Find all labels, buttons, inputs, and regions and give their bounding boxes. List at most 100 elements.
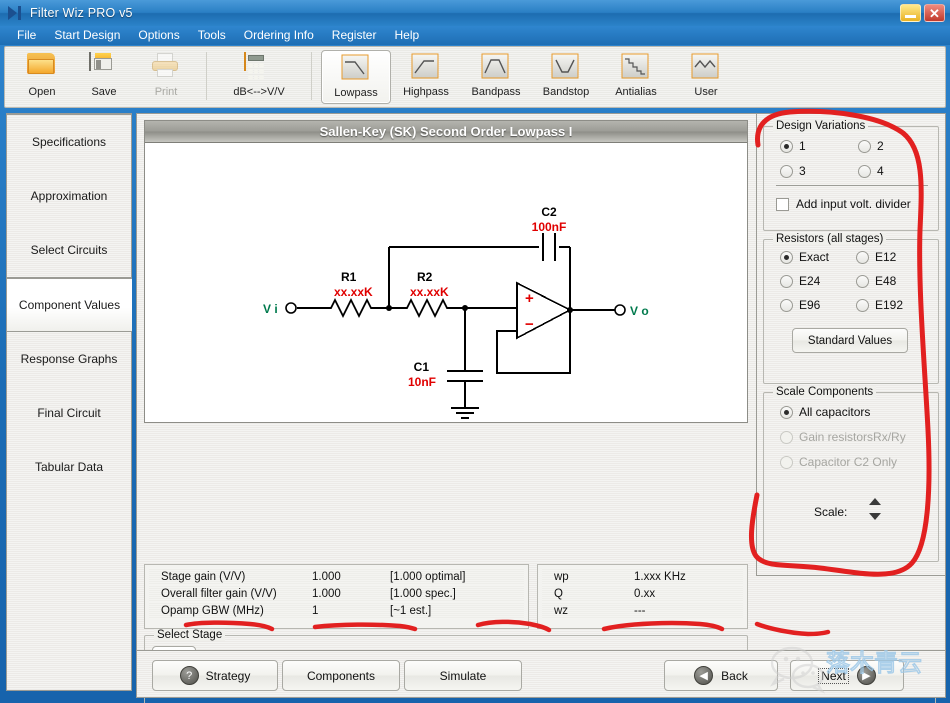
- sidebar-label-tabular-data: Tabular Data: [35, 460, 103, 474]
- sidebar-navigation: Specifications Approximation Select Circ…: [6, 113, 132, 691]
- components-button[interactable]: Components: [282, 660, 400, 691]
- scale-components-legend: Scale Components: [773, 386, 876, 398]
- toolbar-button-highpass[interactable]: Highpass: [391, 50, 461, 104]
- radio-dot-icon: [780, 140, 793, 153]
- resistors-legend: Resistors (all stages): [773, 233, 886, 245]
- design-variation-label-3: 3: [799, 164, 806, 178]
- select-stage-legend: Select Stage: [154, 629, 225, 641]
- svg-text:C2: C2: [541, 205, 557, 219]
- menu-item-ordering-info[interactable]: Ordering Info: [235, 26, 323, 45]
- circuit-diagram-panel: Sallen-Key (SK) Second Order Lowpass I: [144, 120, 748, 423]
- toolbar-label-lowpass: Lowpass: [334, 87, 377, 99]
- resistor-label-e48: E48: [875, 274, 896, 288]
- stats-row-wp: wp 1.xxx KHz: [542, 568, 743, 585]
- menu-item-file[interactable]: File: [8, 26, 45, 45]
- radio-dot-icon: [856, 299, 869, 312]
- add-input-volt-divider-checkbox[interactable]: Add input volt. divider: [776, 197, 911, 211]
- resistor-radio-e96[interactable]: E96: [780, 298, 856, 312]
- toolbar-button-bandstop[interactable]: Bandstop: [531, 50, 601, 104]
- strategy-button[interactable]: ? Strategy: [152, 660, 278, 691]
- menu-item-start-design[interactable]: Start Design: [45, 26, 129, 45]
- scale-components-group: Scale Components All capacitors Gain res…: [763, 392, 939, 562]
- resistor-radio-e12[interactable]: E12: [856, 250, 896, 264]
- minimize-button[interactable]: [900, 4, 921, 22]
- resistor-label-e24: E24: [799, 274, 820, 288]
- close-button[interactable]: [924, 4, 945, 22]
- toolbar-button-lowpass[interactable]: Lowpass: [321, 50, 391, 104]
- window-controls: [900, 4, 945, 22]
- stats-row-opamp-gbw: Opamp GBW (MHz) 1 [~1 est.]: [149, 602, 524, 619]
- menu-item-help[interactable]: Help: [385, 26, 428, 45]
- scale-label-capacitor-c2-only: Capacitor C2 Only: [799, 455, 897, 469]
- next-button[interactable]: Next ▶: [790, 660, 904, 691]
- sidebar-label-final-circuit: Final Circuit: [37, 406, 100, 420]
- toolbar-button-db-vv[interactable]: dB<-->V/V: [216, 50, 302, 104]
- scale-radio-gain-resistors[interactable]: Gain resistorsRx/Ry: [780, 430, 906, 444]
- toolbar-label-user: User: [694, 86, 717, 98]
- design-variation-radio-3[interactable]: 3: [780, 164, 858, 178]
- folder-open-icon: [27, 53, 57, 83]
- toolbar-button-open[interactable]: Open: [11, 50, 73, 104]
- radio-dot-icon: [856, 275, 869, 288]
- app-icon: [6, 5, 24, 21]
- toolbar-button-print[interactable]: Print: [135, 50, 197, 104]
- stepper-up-icon[interactable]: [869, 498, 881, 505]
- user-response-icon: [691, 53, 721, 83]
- svg-text:xx.xxK: xx.xxK: [334, 285, 373, 299]
- design-variation-radio-2[interactable]: 2: [858, 139, 884, 153]
- stats-label-stage-gain: Stage gain (V/V): [149, 571, 312, 583]
- toolbar-button-bandpass[interactable]: Bandpass: [461, 50, 531, 104]
- sidebar-label-select-circuits: Select Circuits: [31, 243, 108, 257]
- menu-item-register[interactable]: Register: [323, 26, 386, 45]
- printer-icon: [151, 53, 181, 83]
- menu-item-tools[interactable]: Tools: [189, 26, 235, 45]
- resistor-radio-e48[interactable]: E48: [856, 274, 896, 288]
- svg-text:V o: V o: [630, 304, 649, 318]
- sidebar-item-response-graphs[interactable]: Response Graphs: [7, 332, 131, 386]
- stepper-down-icon[interactable]: [869, 513, 881, 520]
- scale-radio-all-capacitors[interactable]: All capacitors: [780, 405, 870, 419]
- resistor-label-exact: Exact: [799, 250, 829, 264]
- svg-text:C1: C1: [414, 360, 430, 374]
- scale-stepper[interactable]: [868, 497, 882, 521]
- simulate-label: Simulate: [440, 669, 487, 683]
- resistor-radio-e24[interactable]: E24: [780, 274, 856, 288]
- highpass-response-icon: [411, 53, 441, 83]
- lowpass-response-icon: [341, 54, 371, 84]
- sidebar-item-tabular-data[interactable]: Tabular Data: [7, 440, 131, 494]
- question-mark-icon: ?: [180, 666, 199, 685]
- menu-item-options[interactable]: Options: [129, 26, 188, 45]
- sidebar-item-select-circuits[interactable]: Select Circuits: [7, 223, 131, 277]
- svg-text:V i: V i: [263, 302, 278, 316]
- sidebar-item-final-circuit[interactable]: Final Circuit: [7, 386, 131, 440]
- stats-value-opamp-gbw: 1: [312, 605, 390, 617]
- simulate-button[interactable]: Simulate: [404, 660, 522, 691]
- stats-value-wp: 1.xxx KHz: [634, 571, 743, 583]
- sidebar-item-specifications[interactable]: Specifications: [7, 115, 131, 169]
- sidebar-item-component-values[interactable]: Component Values: [6, 278, 132, 332]
- toolbar-button-user[interactable]: User: [671, 50, 741, 104]
- standard-values-button[interactable]: Standard Values: [792, 328, 908, 353]
- back-button[interactable]: ◀ Back: [664, 660, 778, 691]
- design-variations-group: Design Variations 1 2 3 4: [763, 126, 939, 231]
- radio-dot-icon: [780, 275, 793, 288]
- svg-text:xx.xxK: xx.xxK: [410, 285, 449, 299]
- circuit-schematic: + − V i V o R1 xx.xxK R2 xx.xxK C1 10nF …: [145, 143, 747, 422]
- add-input-volt-divider-label: Add input volt. divider: [796, 197, 911, 211]
- scale-radio-capacitor-c2-only[interactable]: Capacitor C2 Only: [780, 455, 897, 469]
- radio-dot-icon: [780, 431, 793, 444]
- sidebar-item-approximation[interactable]: Approximation: [7, 169, 131, 223]
- antialias-response-icon: [621, 53, 651, 83]
- next-label: Next: [818, 668, 849, 684]
- resistor-radio-exact[interactable]: Exact: [780, 250, 856, 264]
- toolbar-label-db-vv: dB<-->V/V: [233, 86, 284, 98]
- toolbar-button-save[interactable]: Save: [73, 50, 135, 104]
- sidebar-label-response-graphs: Response Graphs: [21, 352, 118, 366]
- toolbar-button-antialias[interactable]: Antialias: [601, 50, 671, 104]
- toolbar-separator-1: [206, 52, 207, 100]
- resistor-label-e192: E192: [875, 298, 903, 312]
- stage-stats-panel: Stage gain (V/V) 1.000 [1.000 optimal] O…: [144, 564, 529, 629]
- design-variation-radio-1[interactable]: 1: [780, 139, 858, 153]
- design-variation-radio-4[interactable]: 4: [858, 164, 884, 178]
- resistor-radio-e192[interactable]: E192: [856, 298, 903, 312]
